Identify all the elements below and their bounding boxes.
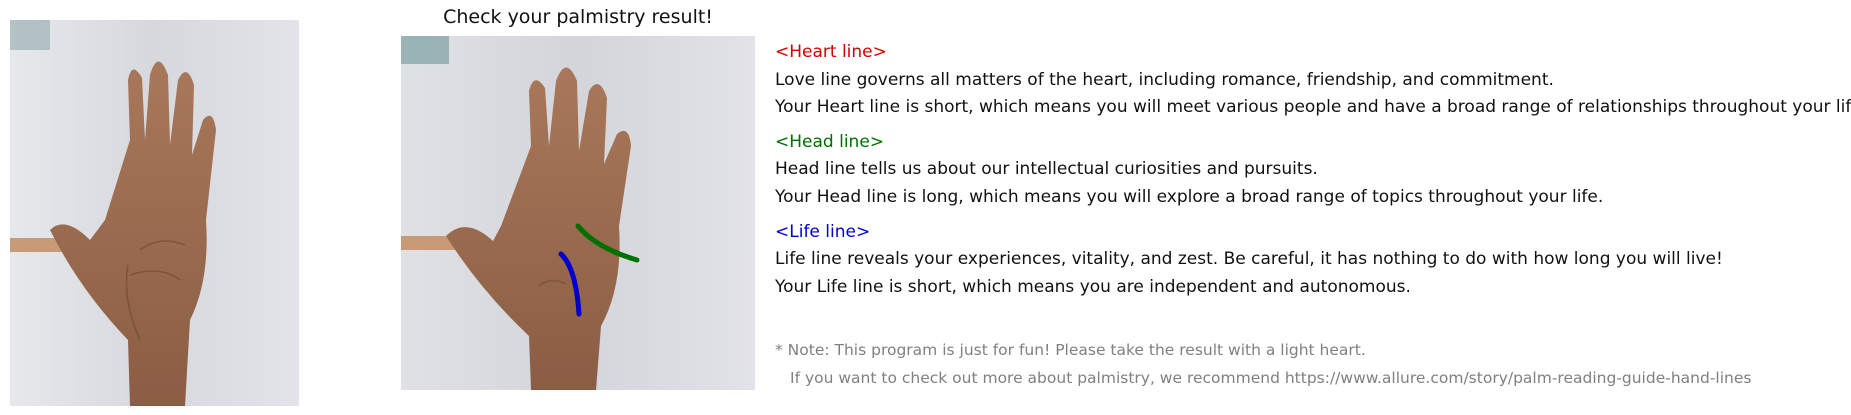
- head-line-result: Your Head line is long, which means you …: [775, 187, 1604, 207]
- palm-photo-annotated: [401, 36, 755, 390]
- head-line-desc: Head line tells us about our intellectua…: [775, 159, 1318, 179]
- head-line-title: <Head line>: [775, 132, 885, 152]
- heart-line-title: <Heart line>: [775, 42, 887, 62]
- note-line-1: * Note: This program is just for fun! Pl…: [775, 341, 1366, 359]
- heart-line-result: Your Heart line is short, which means yo…: [775, 97, 1851, 117]
- palm-photo-original: [10, 20, 299, 406]
- life-line-result: Your Life line is short, which means you…: [775, 277, 1411, 297]
- life-line-desc: Life line reveals your experiences, vita…: [775, 249, 1723, 269]
- heart-line-desc: Love line governs all matters of the hea…: [775, 70, 1554, 90]
- note-line-2: If you want to check out more about palm…: [790, 369, 1752, 387]
- palm-photo-annotated-icon: [401, 36, 755, 390]
- life-line-title: <Life line>: [775, 222, 871, 242]
- result-title: Check your palmistry result!: [443, 6, 713, 28]
- palm-photo-icon: [10, 20, 299, 406]
